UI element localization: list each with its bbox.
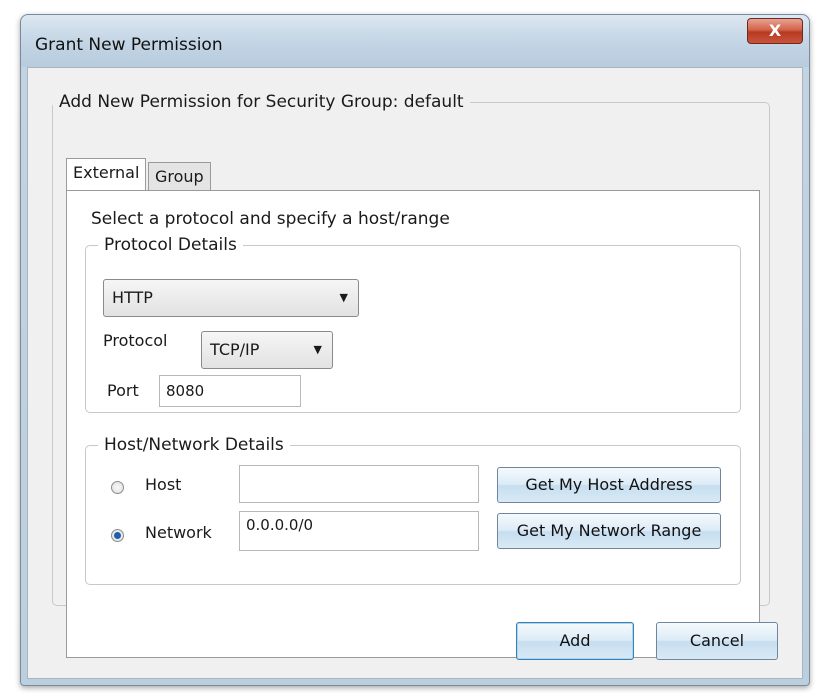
cancel-button[interactable]: Cancel	[656, 622, 778, 660]
chevron-down-icon: ▼	[313, 343, 322, 356]
dialog-body: Add New Permission for Security Group: d…	[27, 67, 803, 679]
port-label: Port	[107, 381, 139, 400]
external-tab-panel: Select a protocol and specify a host/ran…	[66, 190, 760, 658]
service-select-value: HTTP	[112, 288, 153, 307]
chevron-down-icon: ▼	[339, 291, 348, 304]
host-network-group: Host/Network Details	[85, 435, 741, 585]
close-button[interactable]: X	[747, 18, 803, 44]
permission-group-legend: Add New Permission for Security Group: d…	[59, 92, 464, 112]
get-network-range-button[interactable]: Get My Network Range	[497, 513, 721, 549]
add-button[interactable]: Add	[516, 622, 634, 660]
protocol-details-legend: Protocol Details	[104, 235, 237, 255]
grant-permission-dialog: Grant New Permission X Add New Permissio…	[20, 14, 810, 686]
network-label: Network	[145, 523, 212, 542]
tab-external[interactable]: External	[66, 158, 147, 190]
protocol-select-value: TCP/IP	[210, 340, 260, 359]
host-label: Host	[145, 475, 182, 494]
host-input[interactable]	[239, 465, 479, 503]
close-icon: X	[768, 21, 782, 40]
service-select[interactable]: HTTP ▼	[103, 279, 359, 317]
port-input[interactable]: 8080	[159, 375, 301, 407]
host-network-legend: Host/Network Details	[104, 435, 284, 455]
instruction-text: Select a protocol and specify a host/ran…	[91, 209, 450, 229]
tab-group[interactable]: Group	[148, 162, 211, 190]
protocol-select[interactable]: TCP/IP ▼	[201, 331, 333, 369]
protocol-label: Protocol	[103, 331, 168, 350]
title-bar[interactable]: Grant New Permission X	[21, 15, 809, 67]
network-input[interactable]: 0.0.0.0/0	[239, 511, 479, 551]
window-title: Grant New Permission	[35, 35, 223, 55]
get-host-address-button[interactable]: Get My Host Address	[497, 467, 721, 503]
host-radio[interactable]	[111, 481, 124, 494]
network-radio[interactable]	[111, 529, 124, 542]
